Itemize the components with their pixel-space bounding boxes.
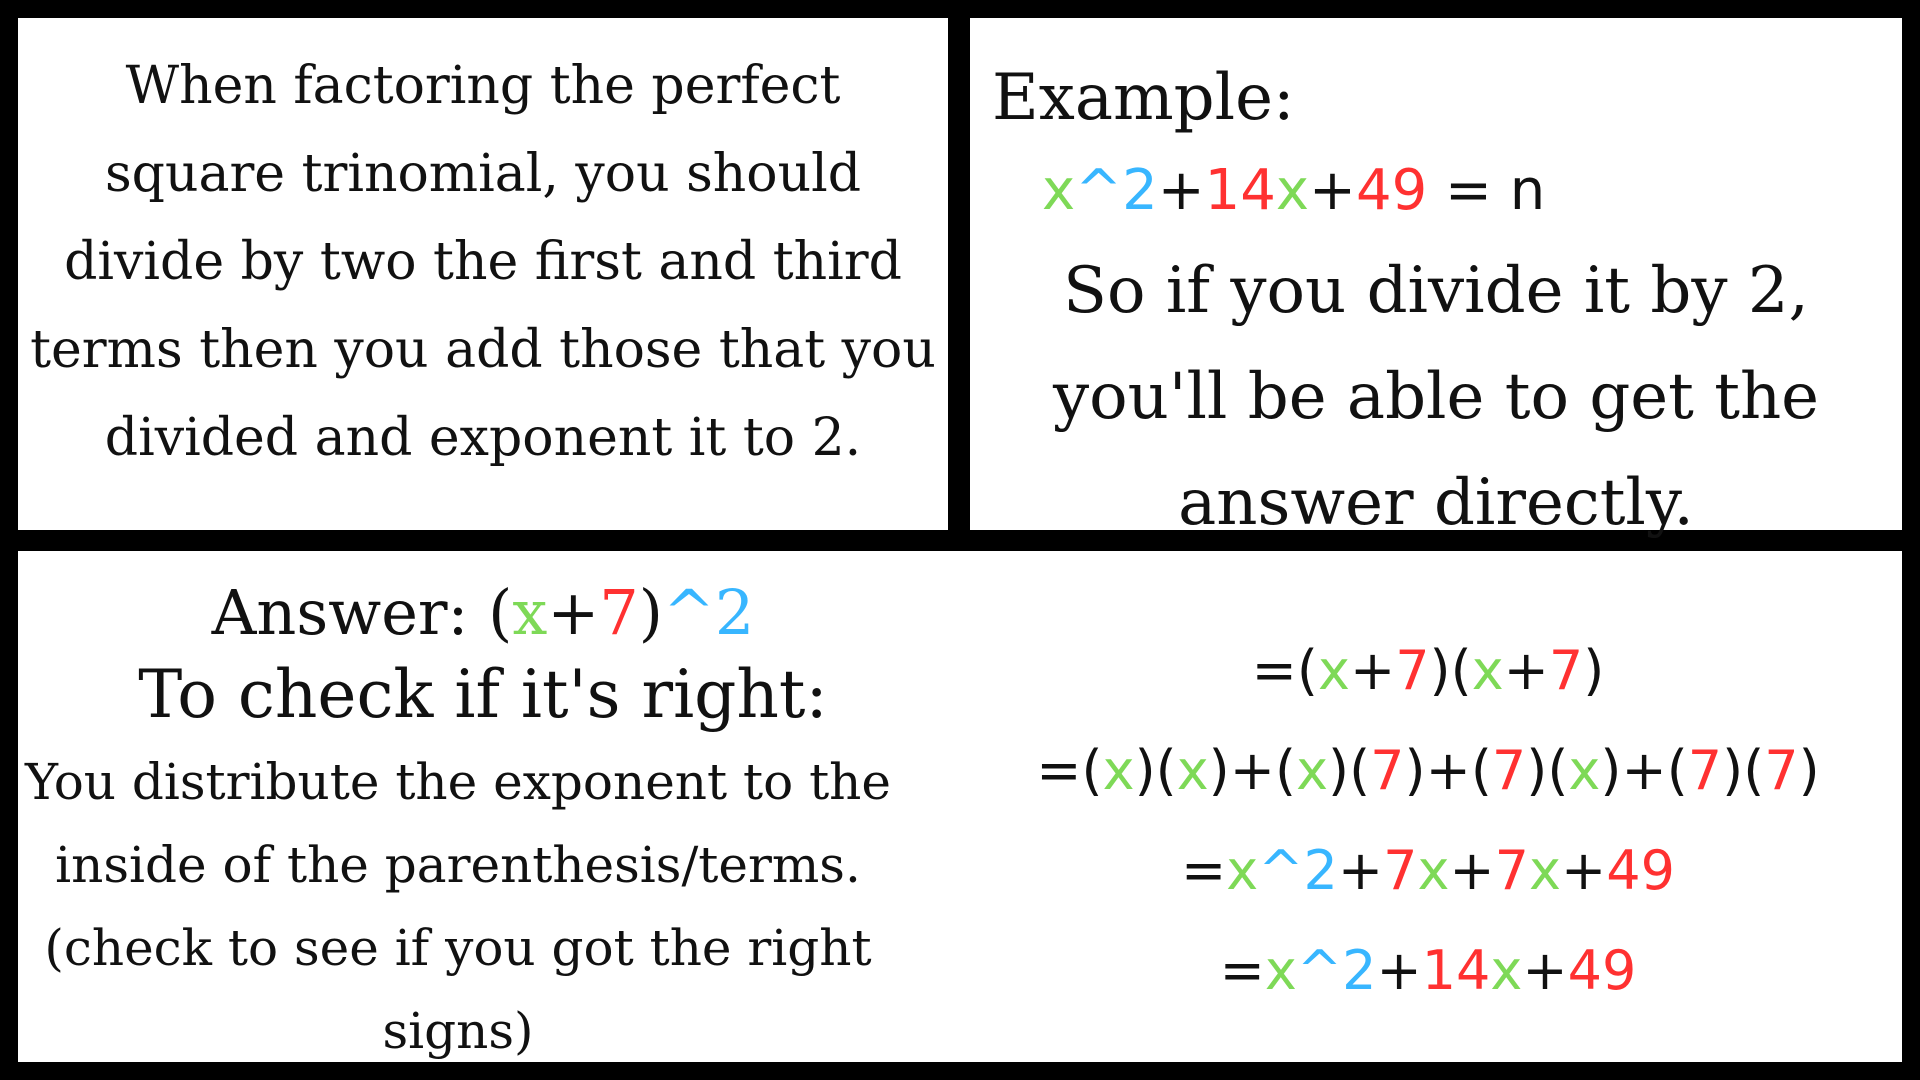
intro-text: When factoring the perfect square trinom… [30, 56, 936, 468]
variable-token: x [1529, 839, 1561, 902]
variable-token: x [1226, 839, 1259, 902]
number-token: 7 [1383, 839, 1418, 902]
expansion-step: =(x+7)(x+7) [968, 621, 1888, 721]
expansion-step: =(x)(x)+(x)(7)+(7)(x)+(7)(7) [968, 721, 1888, 821]
number-token: 49 [1567, 939, 1637, 1002]
number-token: 7 [1491, 739, 1527, 802]
operator-token: + [1337, 839, 1384, 902]
intro-panel: When factoring the perfect square trinom… [18, 18, 948, 530]
operator-token: = [1219, 939, 1265, 1002]
variable-token: x [1264, 939, 1297, 1002]
operator-token: + [1522, 939, 1568, 1002]
operator-token: =( [1036, 739, 1103, 802]
exponent-token: ^2 [1075, 158, 1158, 223]
operator-token: + [547, 576, 600, 649]
operator-token: )+( [1208, 739, 1297, 802]
number-token: 49 [1355, 158, 1428, 223]
variable-token: x [1102, 739, 1135, 802]
answer-line: Answer: (x+7)^2 [18, 573, 948, 653]
number-token: 7 [599, 576, 639, 649]
operator-token: )( [1429, 639, 1472, 702]
number-token: 7 [1395, 639, 1430, 702]
example-label: Example: [992, 61, 1295, 135]
operator-token: ) [1798, 739, 1820, 802]
operator-token: = [1181, 839, 1227, 902]
operator-token: )+( [1600, 739, 1688, 802]
operator-token: )+( [1404, 739, 1492, 802]
variable-token: x [1317, 639, 1350, 702]
operator-token: ) [638, 576, 663, 649]
operator-token: )( [1722, 739, 1765, 802]
operator-token: ) [1583, 639, 1605, 702]
operator-token: + [1157, 158, 1205, 223]
variable-token: x [1042, 158, 1076, 223]
operator-token: )( [1134, 739, 1177, 802]
number-token: 7 [1687, 739, 1723, 802]
exponent-token: ^2 [1258, 839, 1338, 902]
operator-token: + [1449, 839, 1495, 902]
operator-token: + [1561, 839, 1607, 902]
number-token: 14 [1204, 158, 1276, 223]
operator-token: + [1503, 639, 1549, 702]
expansion-step: =x^2+14x+49 [968, 921, 1888, 1021]
operator-token: )( [1526, 739, 1569, 802]
expansion-step: =x^2+7x+7x+49 [968, 821, 1888, 921]
number-token: 7 [1764, 739, 1799, 802]
number-token: 7 [1370, 739, 1405, 802]
variable-token: x [1417, 839, 1450, 902]
number-token: 7 [1494, 839, 1530, 902]
number-token: 14 [1421, 939, 1491, 1002]
example-equation: x^2+14x+49 = n [1042, 156, 1545, 226]
variable-token: x [512, 576, 548, 649]
variable-token: x [1471, 639, 1504, 702]
variable-token: x [1176, 739, 1209, 802]
variable-token: x [1296, 739, 1329, 802]
operator-token: = n [1427, 158, 1546, 223]
operator-token: Answer: ( [211, 576, 513, 649]
number-token: 49 [1606, 839, 1675, 902]
distribute-text: You distribute the exponent to the insid… [25, 753, 891, 1060]
operator-token: + [1309, 158, 1356, 223]
expansion-steps: =(x+7)(x+7) =(x)(x)+(x)(7)+(7)(x)+(7)(7) =… [968, 621, 1888, 1021]
variable-token: x [1490, 939, 1523, 1002]
exponent-token: ^2 [662, 576, 755, 649]
variable-token: x [1275, 158, 1310, 223]
check-panel: Answer: (x+7)^2 To check if it's right: … [18, 551, 1902, 1062]
check-heading: To check if it's right: [138, 656, 828, 733]
example-panel: Example: x^2+14x+49 = n So if you divide… [970, 18, 1902, 540]
operator-token: + [1349, 639, 1396, 702]
operator-token: )( [1328, 739, 1371, 802]
exponent-token: ^2 [1296, 939, 1377, 1002]
operator-token: + [1376, 939, 1422, 1002]
tip-text: So if you divide it by 2, you'll be able… [1052, 254, 1820, 540]
variable-token: x [1568, 739, 1601, 802]
operator-token: =( [1251, 639, 1318, 702]
number-token: 7 [1548, 639, 1584, 702]
